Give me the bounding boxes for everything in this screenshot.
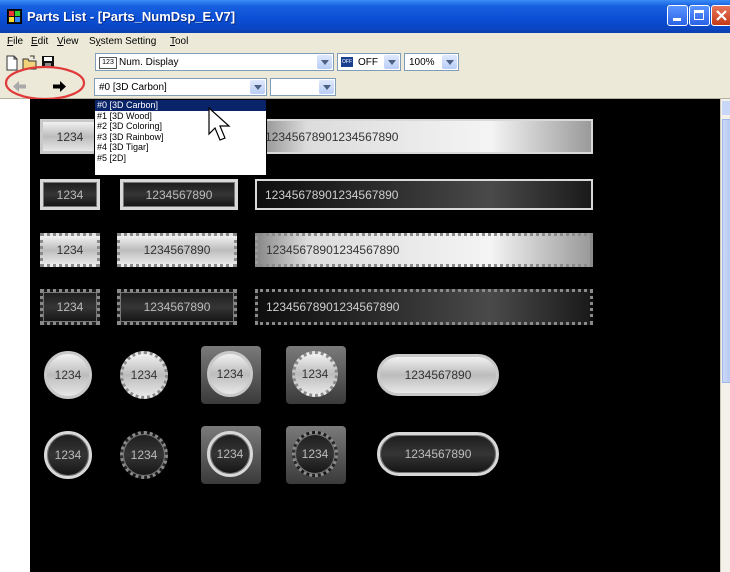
mouse-cursor-icon [208, 107, 231, 141]
style-option[interactable]: #1 [3D Wood] [95, 111, 266, 122]
style-option[interactable]: #5 [2D] [95, 153, 266, 164]
highlight-ring [4, 65, 86, 101]
scroll-thumb[interactable] [722, 119, 730, 383]
num-display-part[interactable]: 1234 [120, 351, 168, 399]
style-option[interactable]: #3 [3D Rainbow] [95, 132, 266, 143]
num-display-part[interactable]: 1234 [40, 119, 100, 154]
minimize-button[interactable] [667, 5, 688, 26]
style-option[interactable]: #0 [3D Carbon] [95, 100, 266, 111]
num-display-part[interactable]: 1234 [286, 426, 346, 484]
app-icon [7, 9, 22, 24]
off-state-icon: OFF [341, 57, 353, 67]
chevron-down-icon[interactable] [442, 55, 457, 69]
num-display-part[interactable]: 1234567890 [117, 233, 237, 267]
num-display-part[interactable]: 12345678901234567890 [255, 233, 593, 267]
num-display-part[interactable]: 12345678901234567890 [255, 119, 593, 154]
left-margin [0, 99, 30, 572]
state-select[interactable]: OFF OFF [337, 53, 401, 71]
num-display-part[interactable]: 1234567890 [377, 354, 499, 396]
num-display-part[interactable]: 1234567890 [377, 432, 499, 476]
num-display-part[interactable]: 1234 [120, 431, 168, 479]
menu-tool[interactable]: Tool [170, 36, 188, 47]
zoom-select[interactable]: 100% [404, 53, 459, 71]
num-display-part[interactable]: 1234 [40, 233, 100, 267]
menu-view[interactable]: View [57, 36, 79, 47]
title-bar[interactable]: Parts List - [Parts_NumDsp_E.V7] [0, 0, 730, 33]
maximize-button[interactable] [689, 5, 710, 26]
style-toolbar: #0 [3D Carbon] [0, 65, 730, 101]
num-display-part[interactable]: 1234567890 [117, 289, 237, 325]
num-display-part[interactable]: 1234 [44, 431, 92, 479]
parts-type-select[interactable]: 123 Num. Display [95, 53, 334, 71]
menu-system-setting[interactable]: System Setting [89, 36, 156, 47]
num-display-part[interactable]: 1234 [40, 289, 100, 325]
numeric-display-icon: 123 [99, 57, 117, 69]
style-dropdown-list: #0 [3D Carbon] #1 [3D Wood] #2 [3D Color… [94, 99, 267, 176]
close-button[interactable] [711, 5, 730, 26]
style-option[interactable]: #2 [3D Coloring] [95, 121, 266, 132]
window-title: Parts List - [Parts_NumDsp_E.V7] [27, 9, 236, 24]
num-display-part[interactable]: 1234 [286, 346, 346, 404]
parts-list-window: Parts List - [Parts_NumDsp_E.V7] File Ed… [0, 0, 730, 572]
num-display-part[interactable]: 12345678901234567890 [255, 179, 593, 210]
num-display-part[interactable]: 1234567890 [120, 179, 238, 210]
num-display-part[interactable]: 1234 [40, 179, 100, 210]
menu-bar: File Edit View System Setting Tool [0, 33, 730, 50]
scroll-up-button[interactable] [722, 101, 730, 115]
chevron-down-icon[interactable] [317, 55, 332, 69]
zoom-value: 100% [409, 57, 435, 68]
vertical-scrollbar[interactable] [720, 99, 730, 572]
menu-edit[interactable]: Edit [31, 36, 48, 47]
chevron-down-icon[interactable] [319, 80, 334, 94]
menu-file[interactable]: File [7, 36, 23, 47]
num-display-part[interactable]: 1234 [201, 346, 261, 404]
chevron-down-icon[interactable] [250, 80, 265, 94]
num-display-part[interactable]: 1234 [44, 351, 92, 399]
style-select[interactable]: #0 [3D Carbon] [94, 78, 267, 96]
parts-type-value: Num. Display [119, 57, 179, 68]
num-display-part[interactable]: 1234 [201, 426, 261, 484]
close-icon [716, 10, 727, 21]
num-display-part[interactable]: 12345678901234567890 [255, 289, 593, 325]
style-option[interactable]: #4 [3D Tigar] [95, 142, 266, 153]
chevron-down-icon[interactable] [384, 55, 399, 69]
style-value: #0 [3D Carbon] [99, 82, 167, 93]
sub-style-select[interactable] [270, 78, 336, 96]
main-toolbar: 123 Num. Display OFF OFF 100% [0, 50, 730, 76]
state-value: OFF [358, 57, 378, 68]
